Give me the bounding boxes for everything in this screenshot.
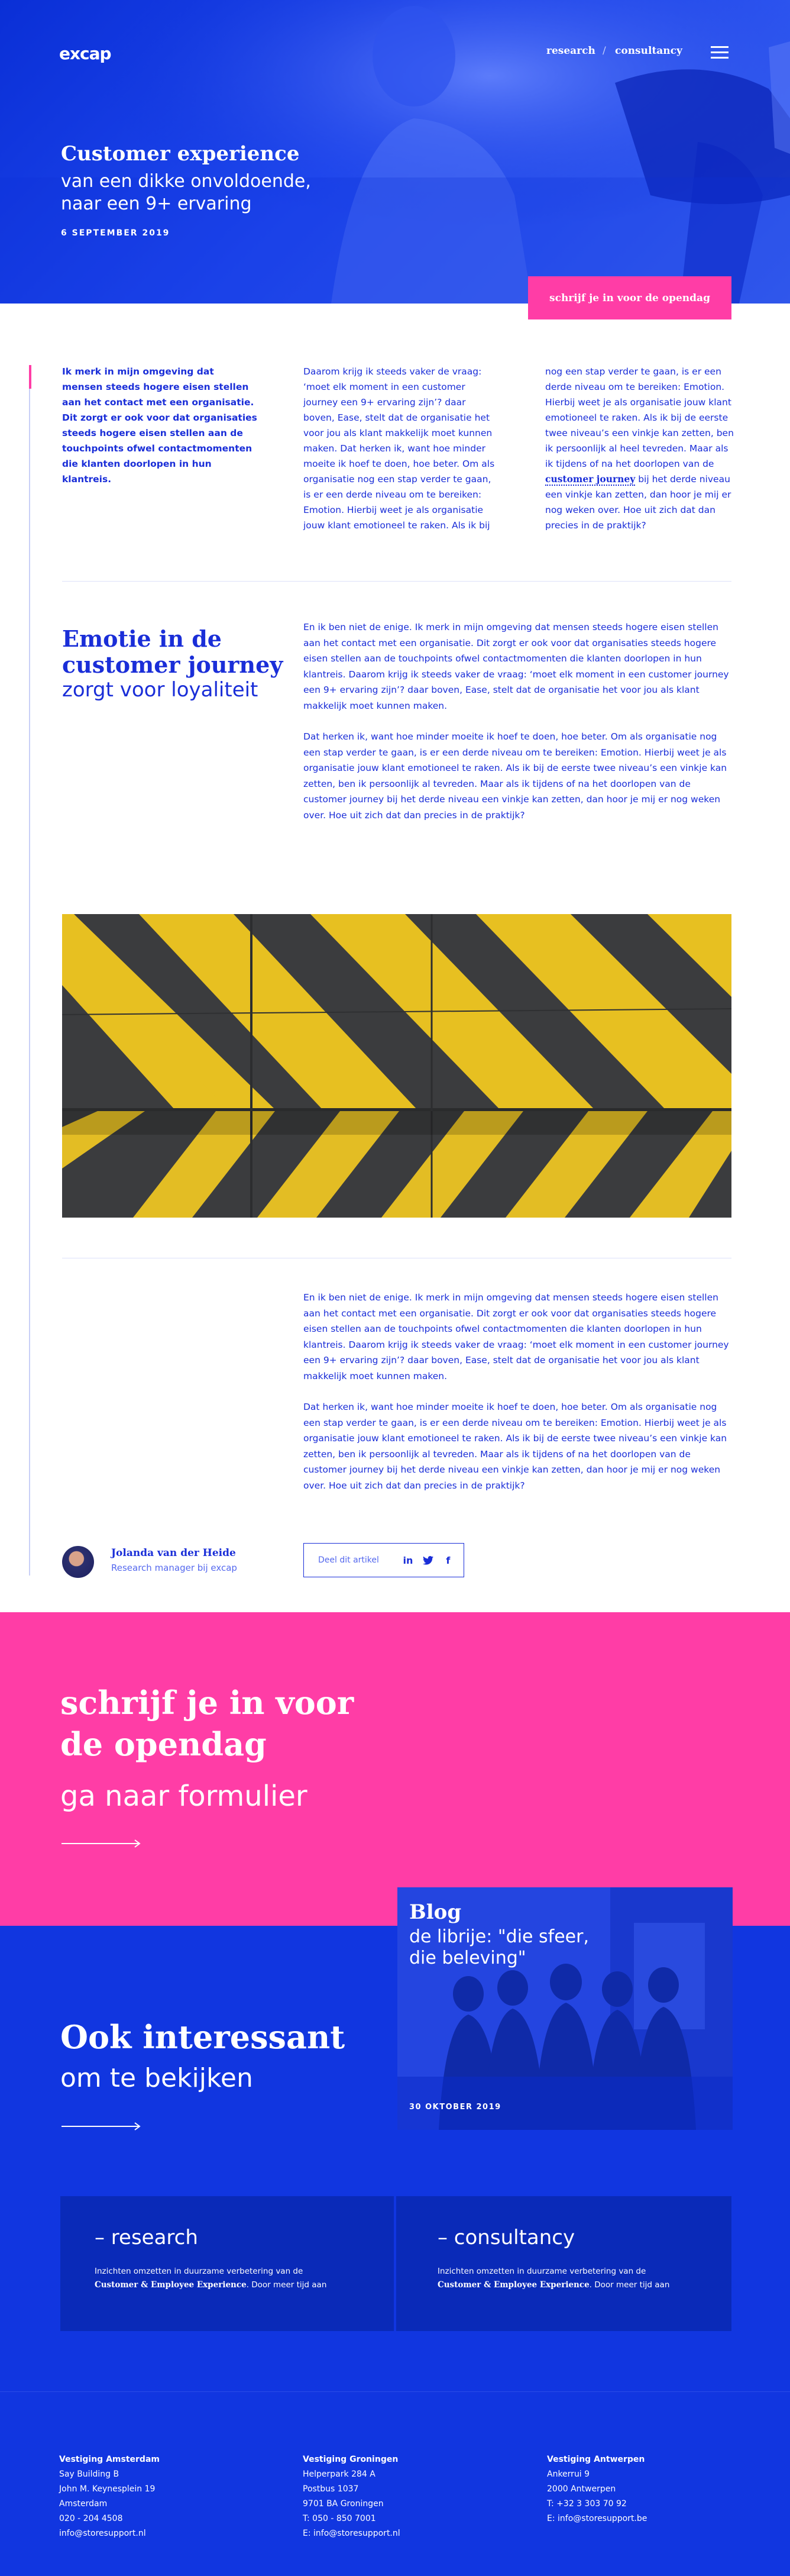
section-emotie-paragraph-2: Dat herken ik, want hoe minder moeite ik… [303,731,727,821]
related-title: Ook interessant [60,2018,345,2056]
author-avatar [62,1546,94,1578]
section-emotie-subtitle: zorgt voor loyaliteit [62,678,258,702]
author-name: Jolanda van der Heide [111,1547,236,1559]
blog-card-label: Blog [409,1900,462,1924]
hero-title: Customer experience [61,142,300,166]
section-emotie-paragraph-1: En ik ben niet de enige. Ik merk in mijn… [303,622,729,711]
section-emotie-title-line1: Emotie in de [62,625,222,652]
intro-lead-text: Ik merk in mijn omgeving dat mensen stee… [62,366,257,485]
consultancy-card-text-b: . Door meer tijd aan [589,2280,670,2290]
footer-antwerpen-line: Ankerrui 9 [547,2470,590,2479]
author-role: Research manager bij excap [111,1563,237,1573]
research-card-text-bold: Customer & Employee Experience [95,2280,247,2290]
excap-logo[interactable]: excap [59,44,112,63]
research-card-text: Inzichten omzetten in duurzame verbeteri… [95,2265,373,2292]
footer-antwerpen-line: 2000 Antwerpen [547,2484,616,2494]
cta-title-line2[interactable]: de opendag [60,1723,445,1765]
section-emotie-title-line2: customer journey [62,651,283,678]
consultancy-card-title[interactable]: – consultancy [438,2226,575,2249]
footer-antwerpen-phone[interactable]: T: +32 3 303 70 92 [547,2497,647,2512]
nav-research-link[interactable]: research [546,45,595,57]
hero-subtitle-line1: van een dikke onvoldoende, [61,171,311,192]
footer-groningen: Vestiging Groningen Helperpark 284 A Pos… [303,2452,400,2541]
signup-opendag-button[interactable]: schrijf je in voor de opendag [528,276,731,319]
footer-antwerpen: Vestiging Antwerpen Ankerrui 9 2000 Antw… [547,2452,647,2526]
section-emotie-body: En ik ben niet de enige. Ik merk in mijn… [303,619,733,838]
footer-amsterdam-line: Amsterdam [59,2499,108,2509]
intro-column-3: nog een stap verder te gaan, is er een d… [545,364,734,533]
share-label: Deel dit artikel [318,1555,379,1565]
footer-amsterdam-line: Say Building B [59,2470,119,2479]
footer-groningen-phone[interactable]: T: 050 - 850 7001 [303,2512,400,2526]
hamburger-menu-icon[interactable] [711,46,729,59]
footer-groningen-line: 9701 BA Groningen [303,2499,384,2509]
article-paragraph-1: En ik ben niet de enige. Ik merk in mijn… [303,1292,729,1381]
article-sidebar-line [29,365,30,1576]
article-image-warning-stripes [62,914,731,1218]
footer-amsterdam-heading: Vestiging Amsterdam [59,2455,160,2464]
footer-groningen-line: Postbus 1037 [303,2484,359,2494]
cta-form-link[interactable]: ga naar formulier [60,1780,307,1813]
customer-journey-link[interactable]: customer journey [545,473,636,486]
consultancy-card-text: Inzichten omzetten in duurzame verbeteri… [438,2265,715,2292]
cta-title-line1[interactable]: schrijf je in voor [60,1682,445,1723]
hero-subtitle-line2: naar een 9+ ervaring [61,193,252,214]
footer-amsterdam-line: John M. Keynesplein 19 [59,2484,156,2494]
footer-divider [0,2391,790,2392]
consultancy-card[interactable] [396,2196,731,2331]
research-card[interactable] [60,2196,394,2331]
article-sidebar-accent [29,365,31,389]
nav-separator: / [603,45,606,57]
blog-card-date: 30 OKTOBER 2019 [409,2103,501,2112]
related-subtitle: om te bekijken [60,2063,253,2093]
hero-date: 6 SEPTEMBER 2019 [61,228,170,238]
twitter-icon[interactable] [420,1554,436,1566]
footer-amsterdam-phone[interactable]: 020 - 204 4508 [59,2512,160,2526]
blog-card-title-line2[interactable]: die beleving" [409,1948,717,1969]
linkedin-icon[interactable]: in [400,1554,416,1566]
related-arrow-icon[interactable] [61,2122,142,2130]
footer-antwerpen-heading: Vestiging Antwerpen [547,2455,645,2464]
consultancy-card-text-bold: Customer & Employee Experience [438,2280,590,2290]
intro-column-2: Daarom krijg ik steeds vaker de vraag: ‘… [303,366,495,531]
share-article-box: Deel dit artikel in f [303,1543,464,1577]
footer-amsterdam-email[interactable]: info@storesupport.nl [59,2526,160,2541]
research-card-title[interactable]: – research [95,2226,198,2249]
footer-groningen-line: Helperpark 284 A [303,2470,375,2479]
cta-arrow-icon[interactable] [61,1839,142,1848]
divider [62,581,731,582]
research-card-text-b: . Door meer tijd aan [246,2280,327,2290]
nav-consultancy-link[interactable]: consultancy [615,45,682,57]
research-card-text-a: Inzichten omzetten in duurzame verbeteri… [95,2267,303,2276]
footer-groningen-heading: Vestiging Groningen [303,2455,399,2464]
article-paragraph-2: Dat herken ik, want hoe minder moeite ik… [303,1402,727,1491]
consultancy-card-text-a: Inzichten omzetten in duurzame verbeteri… [438,2267,646,2276]
intro-col3-text-a: nog een stap verder te gaan, is er een d… [545,366,734,469]
footer-amsterdam: Vestiging Amsterdam Say Building B John … [59,2452,160,2541]
footer-antwerpen-email[interactable]: E: info@storesupport.be [547,2512,647,2526]
opendag-cta-section [0,1612,790,1926]
article-body-continued: En ik ben niet de enige. Ik merk in mijn… [303,1290,733,1509]
facebook-icon[interactable]: f [441,1554,456,1566]
footer-groningen-email[interactable]: E: info@storesupport.nl [303,2526,400,2541]
blog-card-title-line1[interactable]: de librije: "die sfeer, [409,1926,717,1948]
